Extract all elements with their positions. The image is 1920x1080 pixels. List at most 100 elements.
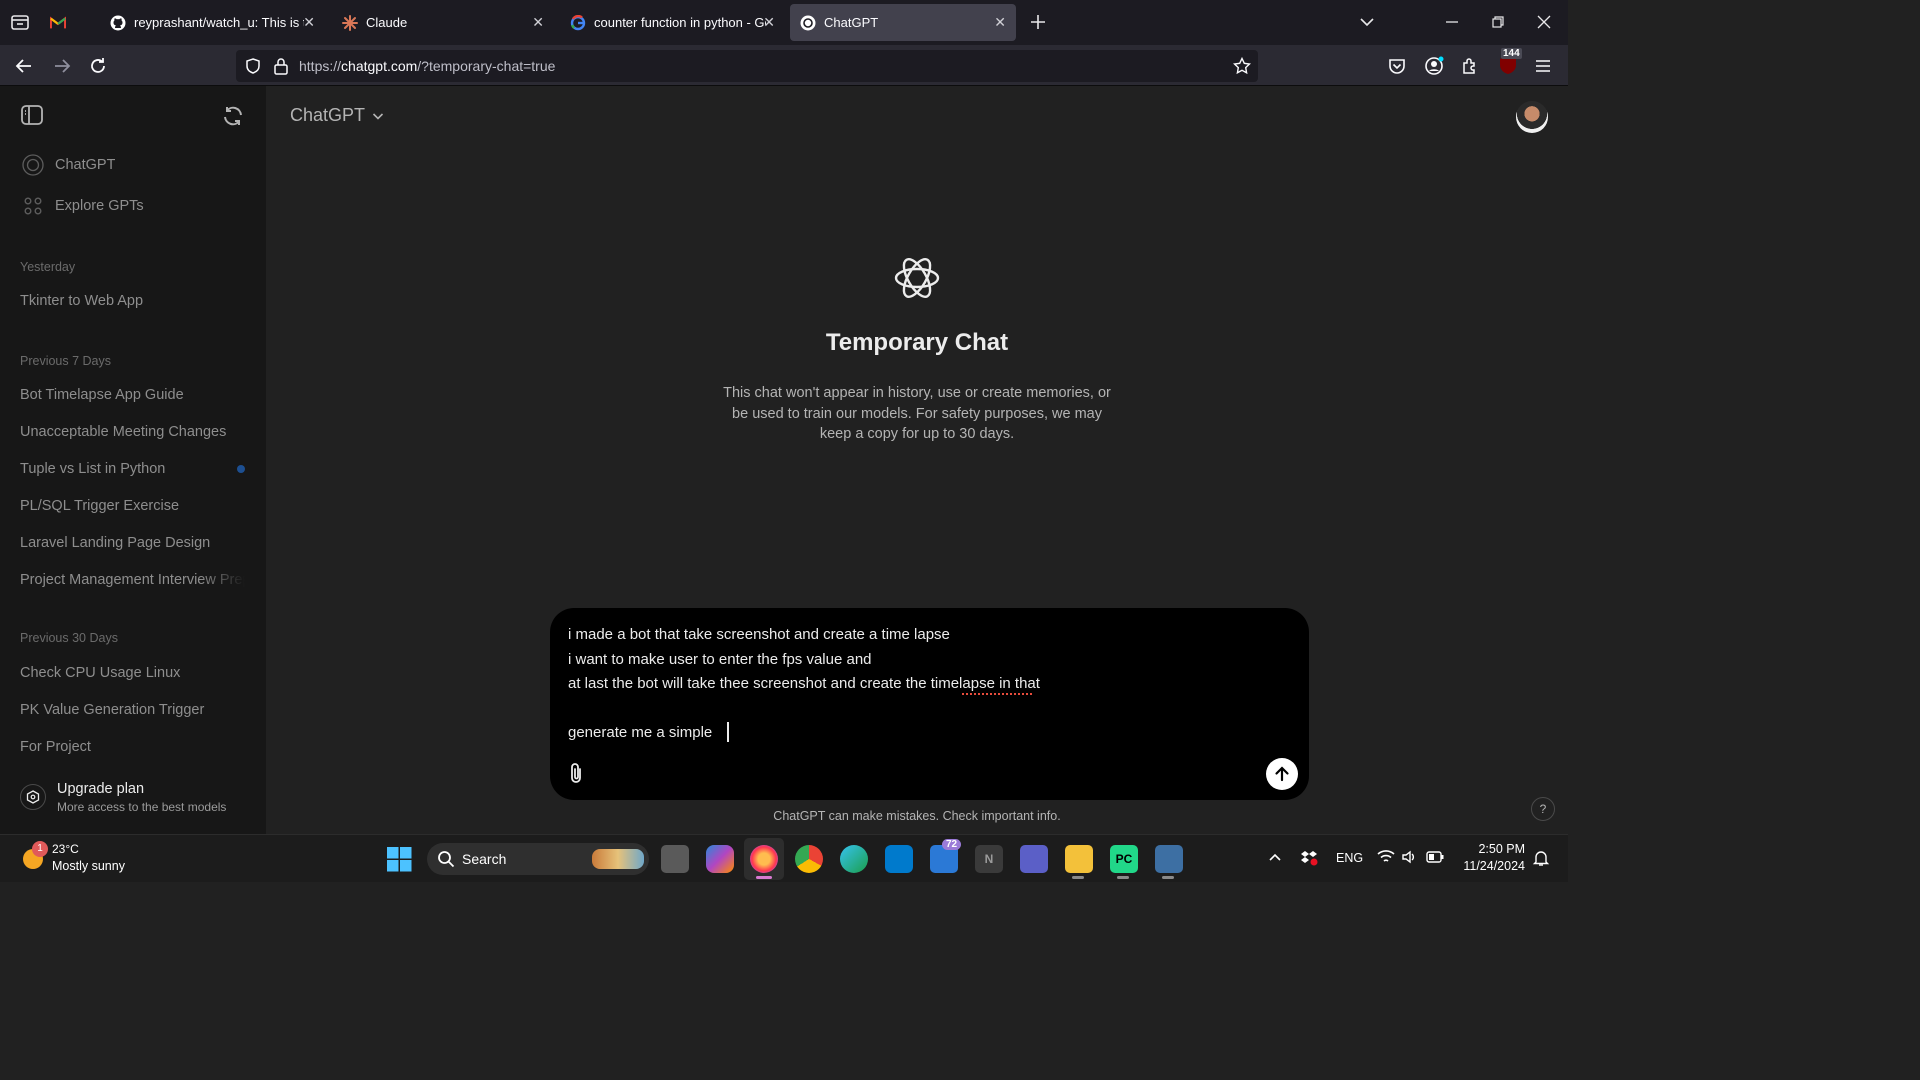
language-indicator[interactable]: ENG [1336,851,1363,865]
wifi-icon[interactable] [1377,849,1395,865]
ublock-extension-icon[interactable]: 144 [1497,48,1522,78]
composer-line: i made a bot that take screenshot and cr… [568,626,950,643]
bookmark-star-icon[interactable] [1233,57,1251,75]
copilot-icon[interactable] [706,845,734,873]
extension-badge: 144 [1501,48,1522,59]
notion-icon[interactable]: N [975,845,1003,873]
chat-history-item[interactable]: For Project [20,739,245,755]
notification-bell-icon[interactable] [1532,849,1550,867]
edge-icon[interactable] [840,845,868,873]
teams-icon[interactable] [1020,845,1048,873]
windows-taskbar: 1 23°C Mostly sunny Search 72 N PC ENG 2… [0,834,1568,882]
tab-claude[interactable]: Claude ✕ [332,4,554,41]
close-tab-icon[interactable]: ✕ [532,14,544,31]
message-composer[interactable]: i made a bot that take screenshot and cr… [550,608,1309,800]
tab-title: reyprashant/watch_u: This is the [134,15,304,30]
chatgpt-icon [22,154,44,176]
url-text[interactable]: https://chatgpt.com/?temporary-chat=true [299,58,555,74]
tab-google[interactable]: counter function in python - Go ✕ [560,4,785,41]
close-tab-icon[interactable]: ✕ [763,14,775,31]
taskbar-search[interactable]: Search [427,843,649,875]
extensions-icon[interactable] [1460,56,1480,76]
chrome-icon[interactable] [795,845,823,873]
dropbox-icon[interactable] [1300,849,1318,867]
task-view-icon[interactable] [661,845,689,873]
volume-icon[interactable] [1401,849,1417,865]
sidebar-item-explore-gpts[interactable]: Explore GPTs [55,198,144,214]
weather-temp: 23°C [52,842,79,856]
claude-icon [342,14,358,31]
firefox-view-icon[interactable] [10,12,30,32]
active-indicator [756,876,772,879]
footer-note: ChatGPT can make mistakes. Check importa… [773,809,1061,823]
close-tab-icon[interactable]: ✕ [303,14,315,31]
temporary-chat-title: Temporary Chat [825,329,1009,356]
search-icon [437,850,455,868]
url-bar[interactable]: https://chatgpt.com/?temporary-chat=true [236,50,1258,82]
new-tab-icon[interactable] [1028,12,1048,32]
battery-icon[interactable] [1426,850,1444,864]
reload-icon[interactable] [88,56,108,76]
tab-github[interactable]: reyprashant/watch_u: This is the ✕ [100,4,325,41]
minimize-icon[interactable] [1444,14,1460,30]
composer-line: i want to make user to enter the fps val… [568,651,872,668]
composer-line: generate me a simple [568,724,713,741]
description-line: be used to train our models. For safety … [732,405,1102,422]
sidebar-item-chatgpt[interactable]: ChatGPT [55,157,115,173]
section-title: Previous 7 Days [20,354,112,368]
lock-icon[interactable] [273,57,289,75]
send-button[interactable] [1266,758,1298,790]
back-icon[interactable] [14,56,34,76]
chat-history-item[interactable]: Project Management Interview Prep [20,572,245,588]
upgrade-plan-button[interactable]: Upgrade plan More access to the best mod… [10,774,255,822]
refresh-icon[interactable] [221,104,245,128]
vscode-icon[interactable] [885,845,913,873]
chat-history-item[interactable]: Bot Timelapse App Guide [20,387,245,403]
url-path: /?temporary-chat=true [417,58,556,74]
text-cursor [727,722,729,742]
grid-icon [24,197,42,215]
windows-start-icon[interactable] [387,847,412,872]
firefox-icon[interactable] [750,845,778,873]
chat-history-item[interactable]: PK Value Generation Trigger [20,702,245,718]
weather-badge: 1 [32,841,48,857]
weather-widget[interactable]: 1 [20,841,48,871]
clock-time[interactable]: 2:50 PM [1455,842,1525,856]
chat-history-item[interactable]: PL/SQL Trigger Exercise [20,498,245,514]
attach-paperclip-icon[interactable] [566,762,586,786]
mail-icon[interactable]: 72 [930,839,962,873]
chat-history-item[interactable]: Tkinter to Web App [20,293,245,309]
chat-history-item[interactable]: Tuple vs List in Python [20,461,220,477]
user-avatar[interactable] [1516,101,1548,133]
chat-history-item[interactable]: Check CPU Usage Linux [20,665,245,681]
openai-logo-icon [892,253,942,303]
python-icon[interactable] [1155,845,1183,873]
model-name: ChatGPT [290,105,366,125]
close-window-icon[interactable] [1536,14,1552,30]
google-icon [570,14,586,31]
pocket-icon[interactable] [1387,56,1407,76]
help-button[interactable]: ? [1531,797,1555,821]
temporary-chat-description: This chat won't appear in history, use o… [266,383,1568,445]
sidebar-toggle-icon[interactable] [20,104,44,126]
hamburger-menu-icon[interactable] [1534,56,1552,76]
running-indicator [1117,876,1129,879]
browser-navbar: https://chatgpt.com/?temporary-chat=true… [0,45,1568,86]
tab-chatgpt[interactable]: ChatGPT ✕ [790,4,1016,41]
chat-history-item[interactable]: Laravel Landing Page Design [20,535,245,551]
account-icon[interactable] [1424,56,1444,76]
tab-gmail[interactable] [50,4,90,41]
chevron-down-icon[interactable] [1358,14,1376,30]
file-explorer-icon[interactable] [1065,845,1093,873]
close-tab-icon[interactable]: ✕ [994,14,1006,31]
chevron-up-icon[interactable] [1268,851,1282,863]
forward-icon[interactable] [52,56,72,76]
mail-badge: 72 [942,839,962,850]
clock-date[interactable]: 11/24/2024 [1455,859,1525,873]
shield-icon[interactable] [244,57,262,75]
pycharm-icon[interactable]: PC [1110,845,1138,873]
model-selector[interactable]: ChatGPT [290,105,384,126]
restore-icon[interactable] [1490,14,1506,30]
chat-history-item[interactable]: Unacceptable Meeting Changes [20,424,245,440]
upgrade-subtitle: More access to the best models [57,800,227,814]
